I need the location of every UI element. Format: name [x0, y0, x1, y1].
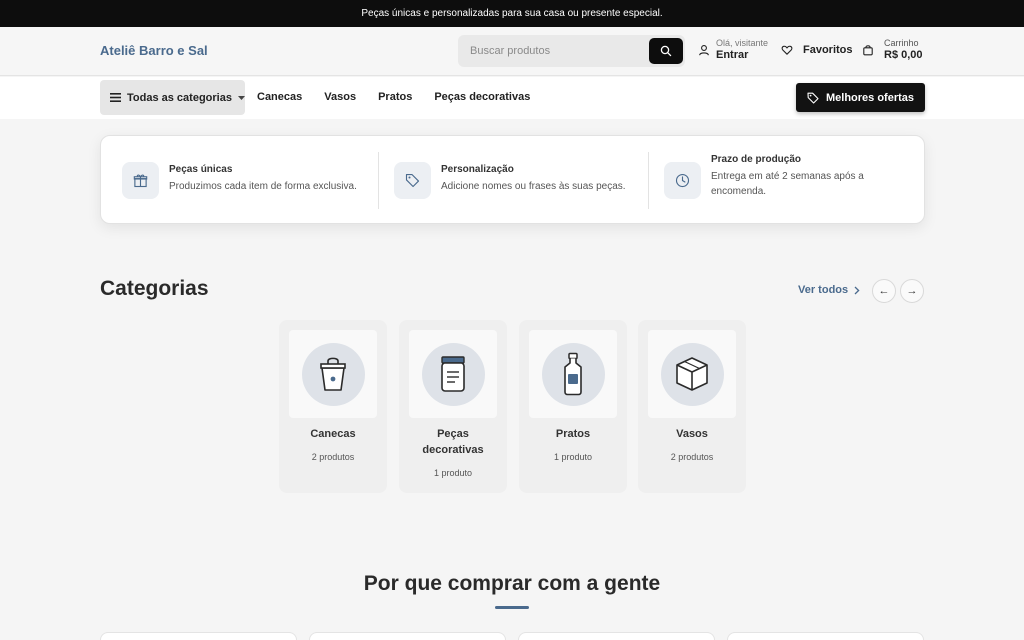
- category-image: [289, 330, 377, 418]
- category-count: 1 produto: [433, 468, 473, 478]
- nav-link-pratos[interactable]: Pratos: [378, 91, 412, 103]
- category-image: [648, 330, 736, 418]
- main-nav: Todas as categorias Canecas Vasos Pratos…: [0, 77, 1024, 119]
- features-panel: Peças únicas Produzimos cada item de for…: [100, 135, 925, 224]
- caret-down-icon: [237, 95, 245, 100]
- categories-title: Categorias: [100, 277, 209, 300]
- category-name: Peças decorativas: [422, 428, 484, 456]
- feature-description: Produzimos cada item de forma exclusiva.: [169, 181, 357, 192]
- feature-divider: [648, 152, 649, 209]
- category-count: 1 produto: [553, 452, 593, 462]
- menu-icon: [110, 93, 121, 102]
- category-card-canecas[interactable]: Canecas 2 produtos: [279, 320, 387, 493]
- nav-link-vasos[interactable]: Vasos: [324, 91, 356, 103]
- feature-title: Prazo de produção: [711, 154, 802, 165]
- category-count: 2 produtos: [311, 452, 355, 462]
- search-button[interactable]: [649, 38, 683, 64]
- chevron-right-icon: [854, 286, 860, 294]
- feature-icon-box: [394, 162, 431, 199]
- feature-icon-box: [122, 162, 159, 199]
- cart-link[interactable]: Carrinho R$ 0,00: [862, 38, 923, 62]
- jar-icon: [441, 356, 465, 392]
- feature-icon-box: [664, 162, 701, 199]
- favorites-label: Favoritos: [803, 44, 853, 56]
- all-categories-label: Todas as categorias: [127, 91, 232, 104]
- category-image: [409, 330, 497, 418]
- tag-icon: [807, 92, 819, 104]
- gift-icon: [133, 174, 148, 188]
- carousel-prev-button[interactable]: ←: [872, 279, 896, 303]
- category-name: Vasos: [676, 428, 708, 440]
- benefit-card: [727, 632, 924, 640]
- all-categories-button[interactable]: Todas as categorias: [100, 80, 245, 115]
- see-all-link[interactable]: Ver todos: [798, 284, 860, 296]
- mug-icon: [320, 357, 346, 391]
- category-name: Canecas: [310, 428, 356, 440]
- login-label: Entrar: [716, 49, 749, 61]
- why-buy-title: Por que comprar com a gente: [363, 572, 661, 595]
- heart-icon: [781, 45, 793, 55]
- feature-title: Personalização: [441, 164, 514, 175]
- search-input[interactable]: [458, 35, 648, 67]
- nav-link-canecas[interactable]: Canecas: [257, 91, 302, 103]
- shopping-bag-icon: [863, 45, 873, 56]
- nav-link-pecas-decorativas[interactable]: Peças decorativas: [434, 91, 530, 103]
- feature-personalization: Personalização Adicione nomes ou frases …: [394, 136, 626, 225]
- account-link[interactable]: Olá, visitante Entrar: [698, 38, 768, 62]
- announcement-bar: Peças únicas e personalizadas para sua c…: [0, 0, 1024, 27]
- cart-total: R$ 0,00: [884, 49, 923, 61]
- announcement-text: Peças únicas e personalizadas para sua c…: [361, 8, 663, 19]
- tag-icon: [405, 173, 420, 188]
- category-image: [529, 330, 617, 418]
- search-icon: [660, 45, 672, 57]
- account-greeting: Olá, visitante: [716, 38, 769, 48]
- feature-description: Entrega em até 2 semanas após a encomend…: [711, 171, 864, 197]
- title-underline: [495, 606, 529, 609]
- feature-description: Adicione nomes ou frases às suas peças.: [441, 181, 626, 192]
- carousel-next-button[interactable]: →: [900, 279, 924, 303]
- store-logo[interactable]: Ateliê Barro e Sal: [100, 43, 208, 58]
- best-deals-button[interactable]: Melhores ofertas: [796, 83, 925, 112]
- bottle-icon: [564, 352, 582, 396]
- feature-unique-pieces: Peças únicas Produzimos cada item de for…: [122, 136, 357, 225]
- benefit-card: [100, 632, 297, 640]
- cart-label: Carrinho: [884, 38, 919, 48]
- site-header: Ateliê Barro e Sal Olá, visitante Entrar…: [0, 27, 1024, 76]
- search-bar: [458, 35, 685, 67]
- feature-production-time: Prazo de produção Entrega em até 2 seman…: [664, 136, 881, 225]
- box-icon: [676, 357, 708, 391]
- category-card-pecas-decorativas[interactable]: Peças decorativas 1 produto: [399, 320, 507, 493]
- best-deals-label: Melhores ofertas: [825, 91, 915, 104]
- clock-icon: [675, 173, 690, 188]
- feature-title: Peças únicas: [169, 164, 233, 175]
- benefit-card: [309, 632, 506, 640]
- category-name: Pratos: [555, 428, 591, 440]
- favorites-link[interactable]: Favoritos: [781, 44, 853, 56]
- user-icon: [699, 45, 709, 56]
- see-all-label: Ver todos: [798, 284, 849, 296]
- nav-links: Canecas Vasos Pratos Peças decorativas: [257, 91, 530, 103]
- feature-divider: [378, 152, 379, 209]
- category-card-pratos[interactable]: Pratos 1 produto: [519, 320, 627, 493]
- category-card-vasos[interactable]: Vasos 2 produtos: [638, 320, 746, 493]
- benefit-card: [518, 632, 715, 640]
- category-count: 2 produtos: [670, 452, 714, 462]
